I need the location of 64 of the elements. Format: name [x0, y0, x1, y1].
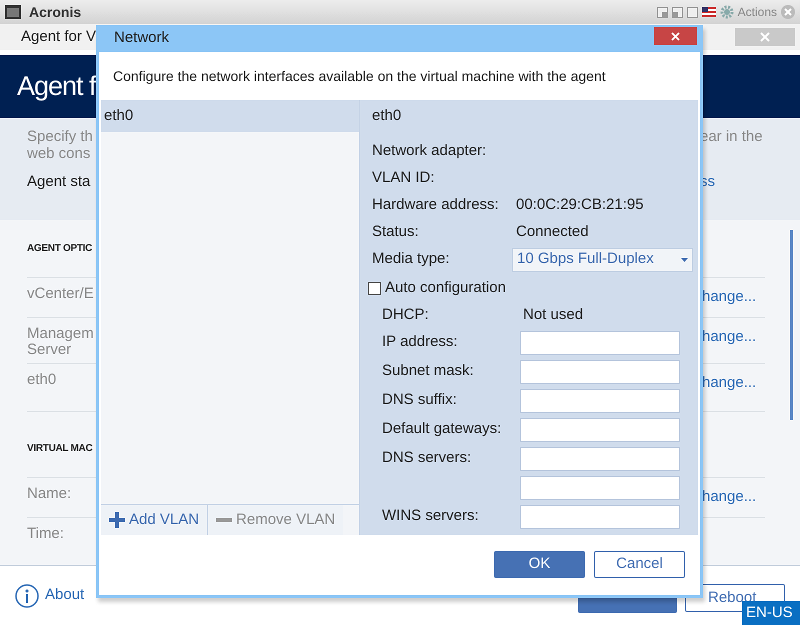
option-label: Managem [27, 326, 95, 342]
change-link[interactable]: hange... [702, 286, 756, 317]
flag-icon[interactable] [702, 7, 716, 17]
field-value: Connected [516, 222, 589, 242]
add-vlan-button[interactable]: Add VLAN [101, 505, 208, 535]
field-label: Media type: [372, 249, 451, 270]
change-link[interactable]: hange... [702, 486, 756, 517]
close-icon [760, 32, 770, 42]
window-icon[interactable] [656, 6, 668, 18]
media-type-dropdown[interactable]: 10 Gbps Full-Duplex [512, 248, 693, 272]
input-field[interactable] [520, 418, 680, 442]
actions-menu[interactable]: Actions [738, 3, 777, 21]
close-icon [671, 32, 680, 40]
change-link[interactable]: hange... [702, 326, 756, 363]
scrollbar[interactable] [790, 230, 793, 420]
input-field[interactable] [520, 360, 680, 384]
option-label: Server [27, 342, 72, 358]
field-label: WINS servers: [382, 506, 480, 526]
field-label: VLAN ID: [372, 168, 436, 188]
checkbox-label[interactable]: Auto configuration [385, 276, 506, 300]
field-value: 00:0C:29:CB:21:95 [516, 195, 644, 216]
change-link[interactable]: hange... [702, 372, 756, 411]
window-icon[interactable] [686, 6, 698, 18]
section-heading: VIRTUAL MAC [27, 442, 92, 456]
field-label: Network adapter: [372, 141, 488, 162]
input-field[interactable] [520, 330, 680, 354]
input-field[interactable] [520, 476, 680, 500]
field-label: Status: [372, 222, 420, 242]
intro-text: web cons [27, 145, 92, 162]
input-field[interactable] [520, 388, 680, 412]
ok-button[interactable]: OK [494, 551, 585, 578]
about-link[interactable]: About [15, 584, 84, 608]
close-button[interactable] [654, 27, 697, 45]
field-label: Subnet mask: [382, 361, 475, 382]
checkbox[interactable] [368, 282, 381, 294]
app-icon [5, 5, 21, 19]
field-label: IP address: [382, 332, 459, 352]
option-label: eth0 [27, 372, 58, 388]
cancel-button[interactable]: Cancel [594, 551, 685, 578]
section-heading: AGENT OPTIC [27, 242, 92, 256]
field-value: Not used [523, 305, 584, 326]
interface-item[interactable]: eth0 [101, 100, 359, 132]
app-title: Acronis [29, 2, 82, 22]
tab-title[interactable]: Agent for V [21, 26, 96, 48]
close-icon[interactable] [781, 5, 795, 19]
window-icon[interactable] [672, 6, 683, 18]
field-label: DNS suffix: [382, 390, 458, 410]
option-label: vCenter/E [27, 286, 95, 302]
status-label: Agent sta [27, 173, 92, 190]
field-label: DNS servers: [382, 448, 472, 468]
dialog-description: Configure the network interfaces available on the virtual machine with the agent [112, 66, 607, 86]
field-label: DHCP: [382, 305, 430, 326]
input-field[interactable] [520, 504, 680, 528]
input-field[interactable] [520, 446, 680, 470]
language-indicator[interactable]: EN-US [742, 601, 800, 625]
field-label: Default gateways: [382, 419, 502, 440]
option-label: Time: [27, 526, 65, 542]
info-icon [15, 584, 39, 608]
plus-icon [109, 512, 125, 528]
dialog-title: Network [114, 28, 170, 48]
caret-icon [681, 258, 688, 262]
option-label: Name: [27, 486, 72, 502]
field-label: Hardware address: [372, 195, 500, 216]
intro-text: Specify th [27, 128, 94, 145]
